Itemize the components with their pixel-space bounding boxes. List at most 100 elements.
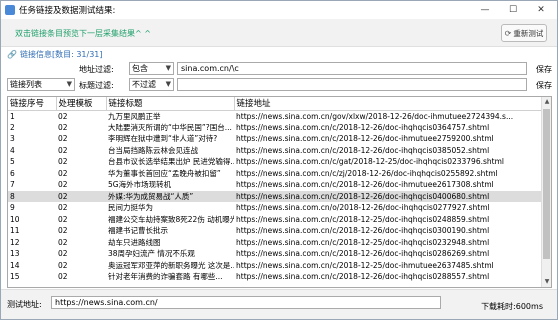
table-cell: 02 bbox=[58, 111, 68, 121]
link-icon: 🔗 bbox=[7, 49, 17, 59]
table-cell: 10 bbox=[10, 214, 20, 224]
table-cell: https://news.sina.com.cn/o/2018-12-26/do… bbox=[236, 203, 490, 213]
table-cell: 外媒:华为成贸易战“人质” bbox=[106, 190, 234, 202]
table-cell: 02 bbox=[58, 203, 68, 213]
table-cell: 5 bbox=[10, 157, 15, 167]
table-cell: 02 bbox=[58, 157, 68, 167]
table-row[interactable]: 10 02 福建公交车劫持案致8死22伤 动机曝光 https://news.sina… bbox=[8, 214, 543, 226]
test-address-label: 测试地址: bbox=[7, 300, 42, 309]
table-cell: 14 bbox=[10, 260, 20, 270]
chevron-down-icon: ▼ bbox=[165, 64, 171, 72]
table-cell: 11 bbox=[10, 226, 20, 236]
table-cell: 福建书记曹长批示 bbox=[108, 226, 168, 236]
table-cell: 3 bbox=[10, 134, 15, 144]
table-cell: https://news.sina.com.cn/c/2018-12-26/do… bbox=[236, 134, 494, 144]
table-cell: https://news.sina.com.cn/c/2018-12-26/do… bbox=[236, 249, 490, 259]
table-cell: 针对老年消费的诈骗套路 有哪些... bbox=[108, 272, 223, 282]
table-cell: 02 bbox=[58, 180, 68, 190]
table-row[interactable]: 5 02 台县市议长选举结果出炉 民进党输得... https://news.sina… bbox=[8, 156, 543, 168]
table-cell: https://news.sina.com.cn/c/gat/2018-12-2… bbox=[236, 157, 504, 167]
table-cell: 民间力挺华为 bbox=[108, 203, 153, 213]
table-cell: 02 bbox=[58, 122, 68, 132]
table-cell: 劫车只进路线图 bbox=[108, 237, 161, 247]
table-cell: https://news.sina.com.cn/c/zj/2018-12-26… bbox=[236, 168, 498, 178]
table-cell: https://news.sina.com.cn/c/2018-12-26/do… bbox=[236, 122, 490, 132]
column-header[interactable]: 链接地址 bbox=[234, 97, 544, 111]
table-cell: 02 bbox=[58, 260, 68, 270]
tip-bar: 双击链接条目预览下一层采集结果^ ^ ⟳ 重新测试 bbox=[1, 19, 557, 47]
chevron-down-icon: ▼ bbox=[165, 80, 171, 88]
scroll-up-icon[interactable]: ▲ bbox=[542, 97, 551, 107]
title-filter-mode-value: 不过滤 bbox=[132, 80, 156, 89]
table-cell: https://news.sina.com.cn/c/2018-12-26/do… bbox=[236, 226, 490, 236]
table-row[interactable]: 7 02 5G海外市场现转机 https://news.sina.com.cn/c/2… bbox=[8, 179, 543, 191]
list-mode-value: 链接列表 bbox=[10, 80, 42, 89]
table-cell: https://news.sina.com.cn/c/2018-12-26/do… bbox=[236, 145, 490, 155]
scroll-down-icon[interactable]: ▼ bbox=[542, 277, 551, 287]
column-header[interactable]: 链接序号 bbox=[8, 97, 57, 111]
address-filter-mode-value: 包含 bbox=[132, 64, 148, 73]
window-title: 任务链接及数据测试结果: bbox=[19, 6, 116, 16]
table-row[interactable]: 14 02 奥运冠军邓亚萍的新职务曝光 这次是... https://news.sin… bbox=[8, 260, 543, 272]
table-row[interactable]: 15 02 针对老年消费的诈骗套路 有哪些... https://news.sina.… bbox=[8, 271, 543, 283]
table-cell: 38周孕妇流产 情况不乐观 bbox=[108, 249, 195, 259]
table-row[interactable]: 1 02 九万里风鹏正举 https://news.sina.com.cn/gov/x… bbox=[8, 110, 543, 122]
table-cell: 李明辉在狱中遭到“非人道”对待? bbox=[108, 134, 218, 144]
title-filter-save-button[interactable]: 保存 bbox=[536, 80, 552, 91]
table-cell: 2 bbox=[10, 122, 15, 132]
address-filter-input[interactable]: sina.com.cn/\c bbox=[177, 62, 527, 75]
table-cell: 02 bbox=[56, 190, 106, 202]
tab-link-info[interactable]: 🔗 链接信息[数目: 31/31] bbox=[7, 47, 103, 61]
list-mode-select[interactable]: 链接列表 ▼ bbox=[7, 78, 75, 91]
table-row[interactable]: 8 02 外媒:华为成贸易战“人质” https://news.sina.com.cn… bbox=[8, 190, 543, 202]
table-header: 链接序号 处理模板 链接标题 链接地址 bbox=[8, 97, 544, 111]
table-cell: 台县市议长选举结果出炉 民进党输得... bbox=[108, 157, 234, 167]
table-row[interactable]: 6 02 华为董事长首回应“孟晚舟被扣留” https://news.sina.com… bbox=[8, 168, 543, 180]
table-row[interactable]: 3 02 李明辉在狱中遭到“非人道”对待? https://news.sina.com… bbox=[8, 133, 543, 145]
table-cell: 02 bbox=[58, 249, 68, 259]
address-filter-row: 地址过滤: 包含 ▼ sina.com.cn/\c 保存 bbox=[1, 62, 557, 76]
download-time: 下载耗时:600ms bbox=[481, 302, 543, 311]
table-cell: https://news.sina.com.cn/c/2018-12-25/do… bbox=[236, 260, 494, 270]
address-filter-save-button[interactable]: 保存 bbox=[536, 64, 552, 75]
title-filter-row: 链接列表 ▼ 标题过滤: 不过滤 ▼ 保存 bbox=[1, 78, 557, 92]
table-cell: 02 bbox=[58, 145, 68, 155]
title-filter-label: 标题过滤: bbox=[79, 81, 114, 90]
address-filter-mode-select[interactable]: 包含 ▼ bbox=[129, 62, 174, 75]
table-cell: 9 bbox=[10, 203, 15, 213]
table-row[interactable]: 4 02 台当局挡路陈云林会见连战 https://news.sina.com.cn/… bbox=[8, 145, 543, 157]
maximize-button[interactable]: ☐ bbox=[499, 2, 527, 17]
table-row[interactable]: 2 02 大陆要消灭所谓的“中华民国”?国台... https://news.sina… bbox=[8, 122, 543, 134]
table-cell: https://news.sina.com.cn/c/2018-12-26/do… bbox=[236, 180, 494, 190]
table-cell: 02 bbox=[58, 168, 68, 178]
table-row[interactable]: 12 02 劫车只进路线图 https://news.sina.com.cn/c/20… bbox=[8, 237, 543, 249]
table-row[interactable]: 11 02 福建书记曹长批示 https://news.sina.com.cn/c/2… bbox=[8, 225, 543, 237]
status-footer: 测试地址: https://news.sina.com.cn/ 下载耗时:600… bbox=[1, 289, 557, 319]
table-cell: 02 bbox=[58, 134, 68, 144]
table-cell: https://news.sina.com.cn/c/2018-12-25/do… bbox=[236, 214, 490, 224]
minimize-button[interactable]: — bbox=[471, 2, 499, 17]
test-address-input[interactable]: https://news.sina.com.cn/ bbox=[51, 296, 441, 309]
table-cell: 台当局挡路陈云林会见连战 bbox=[108, 145, 198, 155]
chevron-down-icon: ▼ bbox=[66, 80, 72, 88]
title-filter-input[interactable] bbox=[177, 78, 527, 91]
table-cell: https://news.sina.com.cn/gov/xlxw/2018-1… bbox=[236, 111, 514, 121]
column-header[interactable]: 链接标题 bbox=[106, 97, 235, 111]
table-row[interactable]: 13 02 38周孕妇流产 情况不乐观 https://news.sina.com.c… bbox=[8, 248, 543, 260]
retest-label: 重新测试 bbox=[513, 28, 544, 38]
title-bar: 任务链接及数据测试结果: — ☐ ✕ bbox=[1, 1, 557, 19]
title-filter-mode-select[interactable]: 不过滤 ▼ bbox=[129, 78, 174, 91]
retest-button[interactable]: ⟳ 重新测试 bbox=[501, 24, 547, 42]
scroll-thumb[interactable] bbox=[543, 109, 550, 259]
table-cell: 6 bbox=[10, 168, 15, 178]
close-button[interactable]: ✕ bbox=[527, 2, 555, 17]
tab-link-info-label: 链接信息[数目: 31/31] bbox=[19, 49, 103, 59]
app-icon bbox=[5, 5, 15, 15]
table-row[interactable]: 9 02 民间力挺华为 https://news.sina.com.cn/o/2018… bbox=[8, 202, 543, 214]
column-header[interactable]: 处理模板 bbox=[56, 97, 107, 111]
test-result-window: 任务链接及数据测试结果: — ☐ ✕ 双击链接条目预览下一层采集结果^ ^ ⟳ … bbox=[0, 0, 558, 320]
table-cell: 1 bbox=[10, 111, 15, 121]
table-cell: https://news.sina.com.cn/c/2018-12-25/do… bbox=[236, 237, 490, 247]
table-cell: 12 bbox=[10, 237, 20, 247]
vertical-scrollbar[interactable]: ▲ ▼ bbox=[541, 97, 551, 287]
